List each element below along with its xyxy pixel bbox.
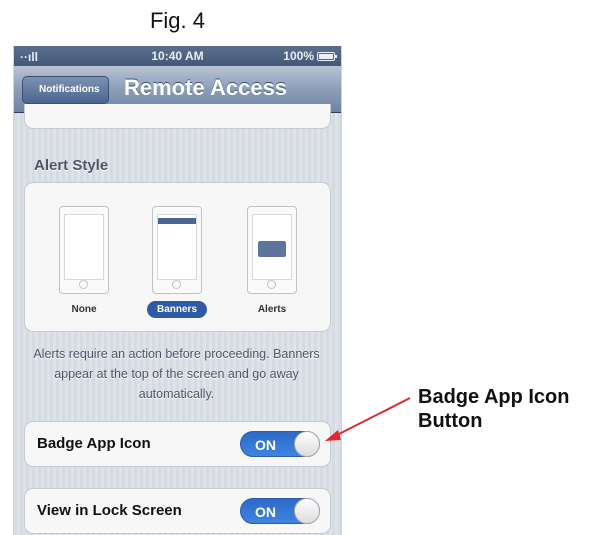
- arrow-line: [334, 397, 411, 437]
- callout-arrow: [325, 397, 411, 441]
- arrow-head-icon: [325, 430, 341, 441]
